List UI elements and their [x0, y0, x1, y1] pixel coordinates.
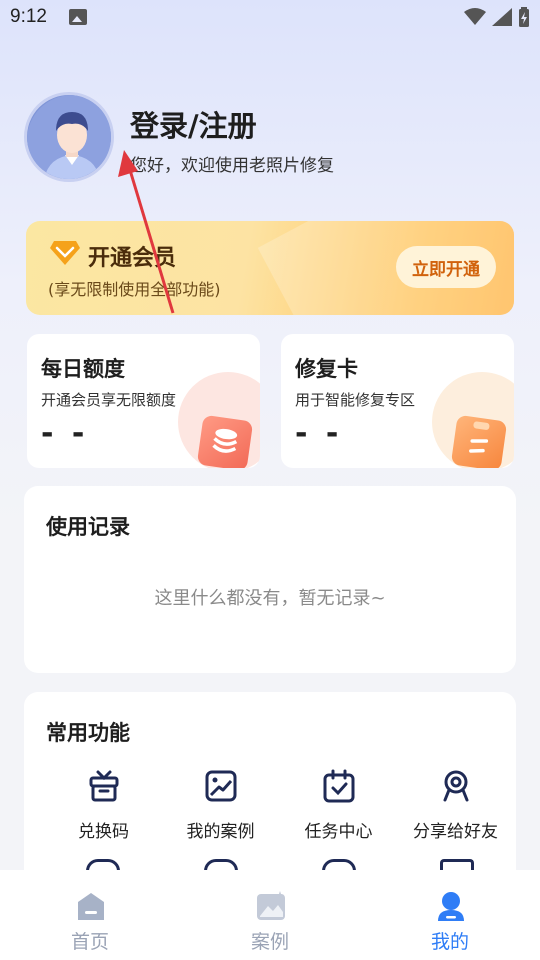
card-value: - -: [295, 416, 343, 451]
section-title: 常用功能: [46, 721, 130, 745]
status-time: 9:12: [10, 6, 47, 27]
user-icon: [438, 892, 464, 921]
function-label: 分享给好友: [413, 822, 498, 842]
vip-title: 开通会员: [88, 246, 177, 271]
clipboard-icon: [450, 414, 508, 468]
share-friends-item[interactable]: 分享给好友: [394, 769, 516, 842]
function-label: 任务中心: [304, 822, 373, 842]
battery-icon: [519, 7, 529, 27]
image-frame-icon: [205, 770, 236, 802]
card-value: - -: [41, 416, 89, 451]
status-bar: 9:12: [0, 0, 540, 36]
my-cases-item[interactable]: 我的案例: [159, 769, 282, 842]
daily-quota-card[interactable]: 每日额度 开通会员享无限额度 - -: [27, 334, 260, 468]
nav-label: 案例: [250, 931, 289, 953]
usage-records-panel: 使用记录 这里什么都没有，暂无记录~: [24, 486, 516, 673]
task-center-item[interactable]: 任务中心: [277, 769, 400, 842]
repair-card-card[interactable]: 修复卡 用于智能修复专区 - -: [281, 334, 514, 468]
share-ribbon-icon: [443, 770, 468, 802]
vip-subtitle: (享无限制使用全部功能): [48, 280, 221, 299]
welcome-text: 您好，欢迎使用老照片修复: [130, 156, 334, 176]
login-register-link[interactable]: 登录/注册: [130, 103, 257, 145]
card-desc: 开通会员享无限额度: [41, 391, 177, 409]
nav-mine[interactable]: 我的: [360, 870, 540, 960]
function-label: 我的案例: [186, 822, 255, 842]
empty-state-text: 这里什么都没有，暂无记录~: [154, 588, 386, 609]
redeem-code-item[interactable]: 兑换码: [42, 769, 165, 842]
nav-label: 首页: [70, 931, 109, 953]
card-desc: 用于智能修复专区: [295, 391, 416, 409]
nav-home[interactable]: 首页: [0, 870, 180, 960]
diamond-icon: [50, 241, 80, 265]
signal-icon: [492, 8, 512, 26]
nav-cases[interactable]: 案例: [180, 870, 360, 960]
gallery-icon: [257, 891, 285, 920]
calendar-check-icon: [323, 769, 354, 803]
coin-stack-icon: [196, 414, 254, 468]
user-avatar-icon: [27, 95, 111, 179]
bottom-navigation: 首页 案例 我的: [0, 870, 540, 960]
open-vip-button[interactable]: 立即开通: [396, 246, 496, 288]
status-icons: [464, 7, 530, 27]
home-icon: [78, 893, 104, 920]
vip-banner[interactable]: 开通会员 (享无限制使用全部功能) 立即开通: [26, 221, 514, 315]
avatar[interactable]: [24, 92, 114, 182]
section-title: 使用记录: [46, 515, 130, 539]
card-title: 修复卡: [295, 357, 358, 381]
card-title: 每日额度: [41, 357, 125, 381]
nav-label: 我的: [430, 931, 469, 953]
function-label: 兑换码: [78, 822, 129, 842]
wifi-icon: [464, 8, 486, 25]
gift-box-icon: [89, 770, 118, 802]
image-notification-icon: [69, 9, 87, 25]
